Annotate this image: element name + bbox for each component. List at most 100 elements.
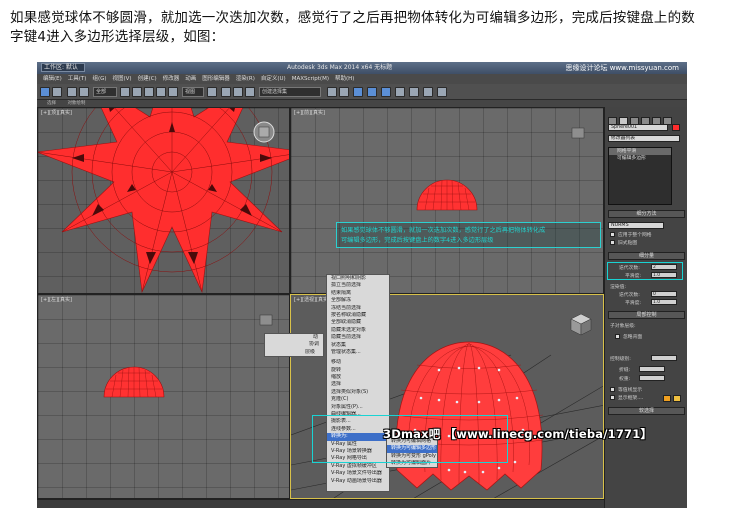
stack-item-meshsmooth[interactable]: 网格平滑 [609,148,671,155]
rollout-subdivision-method[interactable]: 细分方法 [608,210,685,218]
angle-snap-icon[interactable] [233,87,243,97]
render-icon[interactable] [437,87,447,97]
subbar-object-paint[interactable]: 对象绘制 [67,101,85,106]
move-icon[interactable] [144,87,154,97]
percent-snap-icon[interactable] [245,87,255,97]
rollout-local-control[interactable]: 局部控制 [608,311,685,319]
rollout-subdivision-amount[interactable]: 细分量 [608,252,685,260]
quad-menu-item[interactable]: V-Ray 虚拟帧缓冲区 [327,463,389,470]
link-icon[interactable] [67,87,77,97]
unlink-icon[interactable] [79,87,89,97]
object-color-swatch[interactable] [672,124,680,131]
menu-item[interactable]: 组(G) [92,76,106,82]
menu-item[interactable]: 动画 [185,76,196,82]
sub-level-label: 子对象层级: [610,324,636,329]
curve-editor-icon[interactable] [367,87,377,97]
quad-menu-item[interactable]: 按名称取消隐藏 [327,312,389,319]
quad-menu-item[interactable]: 结束隔离 [327,290,389,297]
quad-menu-item[interactable]: 管理状态集... [327,349,389,356]
selection-filter-dropdown[interactable]: 全部 [93,87,117,97]
quad-menu-item[interactable]: 冻结当前选择 [327,305,389,312]
menu-item[interactable]: 工具(T) [68,76,87,82]
layer-manager-icon[interactable] [353,87,363,97]
weight-input[interactable] [639,375,665,381]
quad-menu-item[interactable]: 移动 [327,359,389,366]
quad-menu-item[interactable]: 全部解冻 [327,297,389,304]
quad-menu-item[interactable]: 选择 [327,381,389,388]
material-editor-icon[interactable] [395,87,405,97]
show-cage-checkbox[interactable] [610,395,615,400]
select-by-name-icon[interactable] [132,87,142,97]
quad-menu-item[interactable]: 选择类似对象(S) [327,389,389,396]
quad-menu-item[interactable]: 缩放 [327,374,389,381]
smoothness-input[interactable]: 1.0 [651,272,677,278]
quad-menu-item[interactable]: 全部取消隐藏 [327,319,389,326]
quad-menu-item[interactable]: V-Ray 动画场景导出器 [327,478,389,485]
quad-small-item[interactable]: 动 [265,334,323,341]
iterations-input[interactable]: 2 [651,264,677,270]
workspace-dropdown[interactable]: 工作区: 默认 [41,63,85,72]
quad-menu-item[interactable]: 隐藏当前选择 [327,334,389,341]
viewport-front[interactable]: [+][前][真实] [290,107,604,294]
viewport-left[interactable]: [+][左][真实] [37,294,290,499]
quad-menu-item[interactable]: 克隆(C) [327,396,389,403]
align-icon[interactable] [339,87,349,97]
menu-item[interactable]: MAXScript(M) [292,76,329,82]
cage-color-swatch-1[interactable] [663,395,671,402]
viewport-top[interactable]: [+][顶][真实] [37,107,290,294]
named-selection-dropdown[interactable]: 创建选择集 [259,87,321,97]
menu-item[interactable]: 渲染(R) [236,76,255,82]
old-style-checkbox[interactable] [610,240,615,245]
viewport-left-label[interactable]: [+][左][真实] [41,296,72,303]
isoline-checkbox[interactable] [610,387,615,392]
menu-item[interactable]: 自定义(U) [261,76,286,82]
quad-menu-item[interactable]: V-Ray 场景文件导出器 [327,470,389,477]
viewport-top-label[interactable]: [+][顶][真实] [41,109,72,116]
menu-item[interactable]: 帮助(H) [335,76,354,82]
render-setup-icon[interactable] [409,87,419,97]
render-frame-icon[interactable] [423,87,433,97]
render-smoothness-input[interactable]: 1.0 [651,299,677,305]
quad-menu-item[interactable]: 孤立当前选择 [327,282,389,289]
stack-item-editable-poly[interactable]: 可编辑多边形 [609,155,671,162]
apply-whole-checkbox[interactable] [610,232,615,237]
viewport-front-label[interactable]: [+][前][真实] [294,109,325,116]
crease-input[interactable] [639,366,665,372]
menu-item[interactable]: 创建(C) [138,76,157,82]
viewport-perspective-label[interactable]: [+][透视][真实] [294,296,330,303]
quad-menu-item[interactable]: 视口照明和阴影 [327,275,389,282]
menu-item[interactable]: 编辑(E) [43,76,62,82]
reference-coord-dropdown[interactable]: 视图 [182,87,204,97]
subbar-select[interactable]: 选择 [47,101,56,106]
quad-menu-item[interactable]: 状态集 [327,342,389,349]
object-name-field[interactable]: Sphere001 [608,124,668,131]
ignore-backface-checkbox[interactable] [615,334,620,339]
menu-item[interactable]: 视图(V) [113,76,132,82]
cage-color-swatch-2[interactable] [673,395,681,402]
schematic-view-icon[interactable] [381,87,391,97]
pivot-icon[interactable] [207,87,217,97]
undo-icon[interactable] [40,87,50,97]
scale-icon[interactable] [168,87,178,97]
quad-small-item[interactable]: 层级 [265,349,323,356]
menu-item[interactable]: 图形编辑器 [202,76,230,82]
rollout-soft-selection[interactable]: 软选择 [608,407,685,415]
quad-small-item[interactable]: 协调 [265,341,323,348]
mirror-icon[interactable] [327,87,337,97]
quad-menu-item[interactable]: 对象属性(P)... [327,404,389,411]
control-level-input[interactable] [651,355,677,361]
render-iterations-input[interactable]: 0 [651,291,677,297]
method-dropdown[interactable]: NURMS [608,222,664,229]
modifier-stack: 网格平滑 可编辑多边形 [608,147,672,205]
quad-menu-item[interactable]: 隐藏未选定对象 [327,327,389,334]
menu-item[interactable]: 修改器 [163,76,180,82]
show-cage-label: 显示框架.... [618,396,644,401]
render-smoothness-label: 平滑度: [625,301,642,306]
select-icon[interactable] [120,87,130,97]
redo-icon[interactable] [52,87,62,97]
quad-menu-left-small: 动 协调 层级 [264,333,324,357]
rotate-icon[interactable] [156,87,166,97]
quad-menu-item[interactable]: 旋转 [327,367,389,374]
snap-icon[interactable] [221,87,231,97]
modifier-list-dropdown[interactable]: 修改器列表 [608,135,680,142]
